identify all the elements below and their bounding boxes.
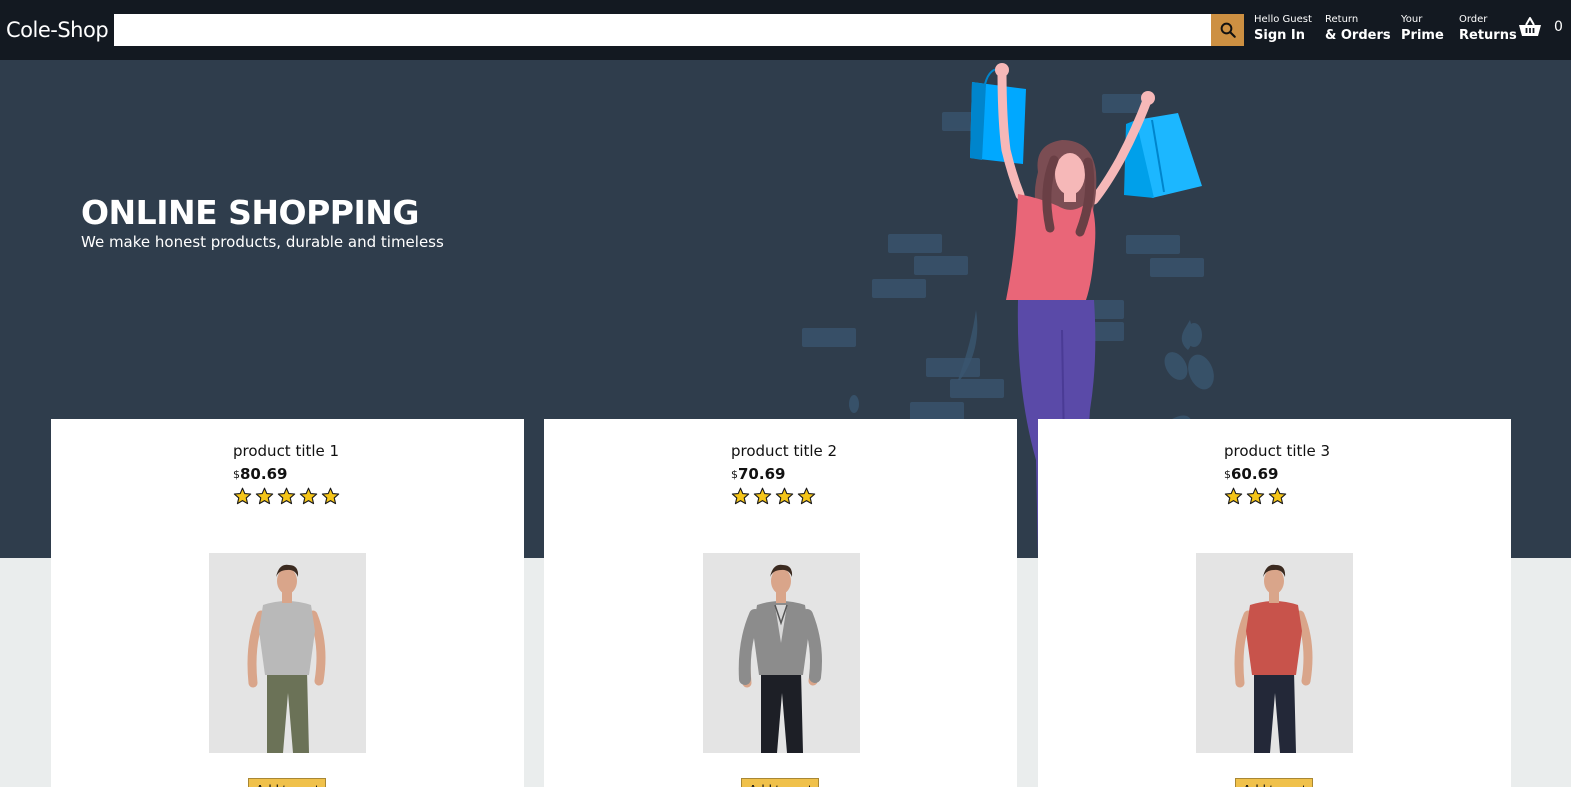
star-icon — [1224, 487, 1243, 505]
product-image[interactable] — [209, 553, 366, 753]
top-nav-bar: Cole-Shop Hello Guest Sign In Return & O… — [0, 0, 1571, 60]
price-amount: 70.69 — [738, 465, 786, 483]
nav-line-1: Return — [1325, 14, 1359, 25]
product-card-2: product title 2 $70.69 Add to cart — [544, 419, 1017, 787]
hero-title: ONLINE SHOPPING — [81, 193, 419, 232]
price-currency: $ — [233, 468, 240, 481]
search-bar — [114, 14, 1244, 46]
product-price: $70.69 — [731, 464, 837, 483]
star-rating — [731, 487, 837, 506]
price-currency: $ — [731, 468, 738, 481]
star-icon — [797, 487, 816, 505]
star-icon — [731, 487, 750, 505]
basket-icon — [1519, 17, 1541, 36]
price-amount: 80.69 — [240, 465, 288, 483]
nav-line-1: Order — [1459, 14, 1488, 25]
nav-line-1: Hello Guest — [1254, 14, 1312, 25]
nav-sign-in[interactable]: Hello Guest Sign In — [1254, 14, 1312, 43]
search-input[interactable] — [114, 14, 1211, 46]
product-image[interactable] — [703, 553, 860, 753]
nav-line-2: Prime — [1401, 28, 1444, 43]
price-currency: $ — [1224, 468, 1231, 481]
product-card-1: product title 1 $80.69 Add to cart — [51, 419, 524, 787]
product-card-3: product title 3 $60.69 Add to cart — [1038, 419, 1511, 787]
basket-count: 0 — [1554, 19, 1563, 35]
nav-line-2: Sign In — [1254, 28, 1305, 43]
price-amount: 60.69 — [1231, 465, 1279, 483]
nav-line-2: Returns — [1459, 28, 1517, 43]
nav-line-1: Your — [1401, 14, 1423, 25]
product-price: $80.69 — [233, 464, 340, 483]
add-to-cart-button[interactable]: Add to cart — [248, 778, 326, 787]
nav-prime[interactable]: Your Prime — [1401, 14, 1444, 43]
site-logo[interactable]: Cole-Shop — [0, 18, 114, 42]
star-icon — [321, 487, 340, 505]
product-title[interactable]: product title 3 — [1224, 442, 1330, 460]
product-info: product title 2 $70.69 — [731, 442, 837, 506]
product-image[interactable] — [1196, 553, 1353, 753]
star-icon — [277, 487, 296, 505]
search-icon — [1220, 22, 1236, 38]
search-button[interactable] — [1211, 14, 1244, 46]
star-rating — [1224, 487, 1330, 506]
star-rating — [233, 487, 340, 506]
product-price: $60.69 — [1224, 464, 1330, 483]
star-icon — [775, 487, 794, 505]
star-icon — [1246, 487, 1265, 505]
product-info: product title 1 $80.69 — [233, 442, 340, 506]
nav-returns-orders[interactable]: Return & Orders — [1325, 14, 1391, 43]
star-icon — [1268, 487, 1287, 505]
product-title[interactable]: product title 2 — [731, 442, 837, 460]
nav-line-2: & Orders — [1325, 28, 1391, 43]
nav-order-returns[interactable]: Order Returns — [1459, 14, 1517, 43]
product-title[interactable]: product title 1 — [233, 442, 340, 460]
add-to-cart-button[interactable]: Add to cart — [1235, 778, 1313, 787]
hero-subtitle: We make honest products, durable and tim… — [81, 233, 444, 251]
star-icon — [233, 487, 252, 505]
star-icon — [299, 487, 318, 505]
star-icon — [255, 487, 274, 505]
basket-button[interactable]: 0 — [1518, 16, 1563, 38]
star-icon — [753, 487, 772, 505]
product-info: product title 3 $60.69 — [1224, 442, 1330, 506]
add-to-cart-button[interactable]: Add to cart — [741, 778, 819, 787]
